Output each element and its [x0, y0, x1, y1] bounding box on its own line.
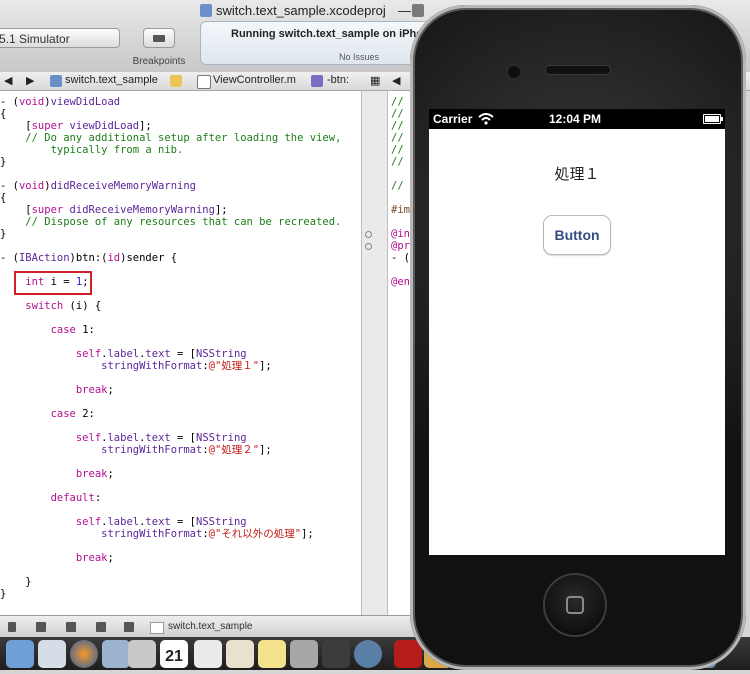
terminal-icon[interactable] [322, 640, 350, 668]
jump-bar-method[interactable]: -btn: [327, 74, 349, 86]
code-comment: // Do any additional setup after loading… [0, 132, 342, 144]
status-bar-time: 12:04 PM [549, 112, 602, 126]
window-title-separator: — [398, 3, 411, 18]
related-items-icon[interactable]: ▦ [370, 74, 380, 87]
debug-target: switch.text_sample [168, 621, 253, 632]
code-editor[interactable]: - (void)viewDidLoad { [super viewDidLoad… [0, 91, 361, 615]
code-line: } [0, 228, 7, 240]
location-icon[interactable] [124, 622, 134, 632]
code-line: } [0, 156, 7, 168]
code-line: switch (i) { [25, 300, 102, 312]
textedit-icon[interactable] [290, 640, 318, 668]
code-line: - (IBAction)btn:(id)sender { [0, 252, 178, 264]
assistant-code: // // // // // // // #im @in @pr - ( @en [391, 96, 410, 288]
window-title-text: switch.text_sample.xcodeproj [216, 3, 386, 18]
code-line: self.label.text = [NSString [75, 348, 247, 360]
connection-dot-icon[interactable] [365, 243, 372, 250]
code-line: break; [75, 384, 114, 396]
window-title: switch.text_sample.xcodeproj — [200, 3, 424, 19]
connection-dot-icon[interactable] [365, 231, 372, 238]
xcodeproj-icon [200, 4, 212, 17]
code-line: } [0, 576, 32, 588]
step-over-icon[interactable] [36, 622, 46, 632]
photo-booth-icon[interactable] [394, 640, 422, 668]
code-line: - (void)viewDidLoad [0, 96, 121, 108]
action-button[interactable]: Button [543, 215, 611, 255]
code-line: stringWithFormat:@"処理１"]; [101, 360, 272, 372]
breakpoints-label: Breakpoints [132, 56, 186, 67]
code-line: [super didReceiveMemoryWarning]; [0, 204, 228, 216]
activity-status: Running switch.text_sample on iPhone [231, 28, 436, 40]
breakpoints-button[interactable] [143, 28, 175, 48]
debug-bar: switch.text_sample [0, 615, 418, 638]
address-book-icon[interactable] [128, 640, 156, 668]
earpiece-speaker [545, 65, 611, 75]
code-highlight-box [14, 271, 92, 295]
jump-bar-project[interactable]: switch.text_sample [65, 74, 158, 86]
file-icon [412, 4, 424, 17]
code-comment: // Dispose of any resources that can be … [0, 216, 342, 228]
code-line: [super viewDidLoad]; [0, 120, 152, 132]
code-line: { [0, 192, 7, 204]
notes-icon[interactable] [258, 640, 286, 668]
calendar-icon[interactable]: 21 [160, 640, 188, 668]
home-button[interactable] [543, 573, 607, 637]
code-line: stringWithFormat:@"それ以外の処理"]; [101, 528, 314, 540]
code-line: self.label.text = [NSString [75, 432, 247, 444]
code-line: default: [50, 492, 102, 504]
pause-icon[interactable] [8, 622, 16, 632]
target-icon [150, 622, 164, 634]
step-out-icon[interactable] [96, 622, 106, 632]
firefox-icon[interactable] [70, 640, 98, 668]
mail-icon[interactable] [102, 640, 130, 668]
wifi-icon [478, 113, 494, 125]
code-line: { [0, 108, 7, 120]
project-icon [50, 75, 62, 87]
code-line: break; [75, 468, 114, 480]
breakpoint-icon [153, 35, 165, 42]
code-line: case 1: [50, 324, 95, 336]
battery-icon [703, 114, 723, 124]
code-line: - (void)didReceiveMemoryWarning [0, 180, 196, 192]
source-file-icon [197, 75, 211, 89]
code-text: - (void)viewDidLoad { [super viewDidLoad… [0, 96, 341, 600]
quicktime-icon[interactable] [354, 640, 382, 668]
simulator-screen[interactable]: Carrier 12:04 PM 処理１ Button [429, 109, 725, 555]
result-label: 処理１ [554, 166, 600, 183]
code-line: stringWithFormat:@"処理２"]; [101, 444, 272, 456]
reminders-icon[interactable] [194, 640, 222, 668]
folder-icon[interactable] [170, 75, 182, 87]
editor-split-gutter[interactable] [361, 91, 388, 615]
code-comment: typically from a nib. [0, 144, 184, 156]
carrier-label: Carrier [433, 112, 473, 126]
dashboard-icon[interactable] [38, 640, 66, 668]
code-line: case 2: [50, 408, 95, 420]
preview-icon[interactable] [226, 640, 254, 668]
jump-bar-file[interactable]: ViewController.m [213, 74, 296, 86]
code-line: self.label.text = [NSString [75, 516, 247, 528]
home-button-square-icon [566, 596, 584, 614]
back-arrow-icon[interactable]: ◀ [4, 74, 12, 87]
activity-issues: No Issues [339, 52, 380, 62]
method-icon [311, 75, 323, 87]
step-into-icon[interactable] [66, 622, 76, 632]
forward-arrow-icon[interactable]: ▶ [26, 74, 34, 87]
scheme-selector[interactable]: 5.1 Simulator [0, 28, 120, 48]
front-camera [506, 64, 522, 80]
code-line: } [0, 588, 7, 600]
ios-status-bar: Carrier 12:04 PM [429, 109, 725, 129]
finder-icon[interactable] [6, 640, 34, 668]
activity-viewer: Running switch.text_sample on iPhone No … [200, 21, 436, 65]
back-arrow-icon-secondary[interactable]: ◀ [392, 74, 400, 87]
code-line: break; [75, 552, 114, 564]
